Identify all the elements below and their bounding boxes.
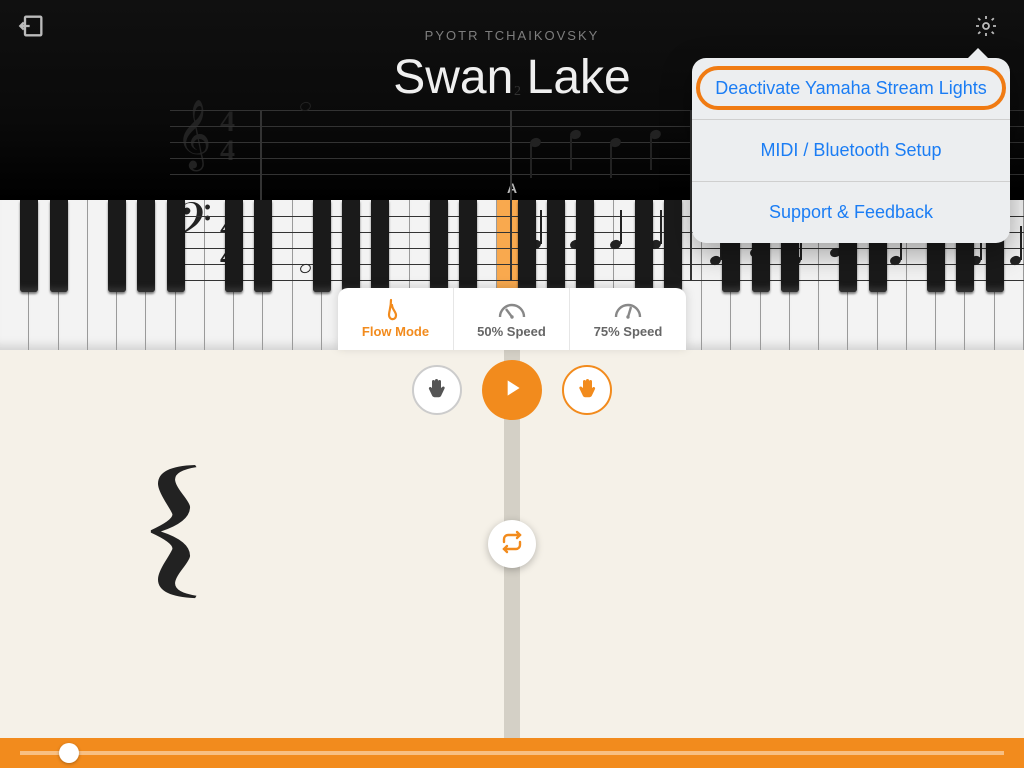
settings-popover: Deactivate Yamaha Stream Lights MIDI / B…	[692, 58, 1010, 243]
bar-number: 2	[514, 84, 521, 100]
play-icon	[499, 375, 525, 406]
tab-label: 75% Speed	[594, 324, 663, 339]
tsig-top: 4	[220, 108, 235, 137]
gauge-icon	[613, 299, 643, 321]
hand-icon	[425, 376, 449, 405]
black-key[interactable]	[430, 200, 448, 292]
tab-speed-75[interactable]: 75% Speed	[570, 288, 686, 350]
black-key[interactable]	[20, 200, 38, 292]
black-key[interactable]	[254, 200, 272, 292]
black-key[interactable]	[371, 200, 389, 292]
composer-label: PYOTR TCHAIKOVSKY	[0, 28, 1024, 43]
repeat-icon	[500, 530, 524, 559]
black-key[interactable]	[108, 200, 126, 292]
mode-tabs: Flow Mode 50% Speed 75% Speed	[338, 288, 686, 350]
tab-flow-mode[interactable]: Flow Mode	[338, 288, 454, 350]
black-key[interactable]	[50, 200, 68, 292]
progress-thumb[interactable]	[59, 743, 79, 763]
gauge-icon	[497, 299, 527, 321]
black-key[interactable]	[518, 200, 536, 292]
menu-item-support-feedback[interactable]: Support & Feedback	[692, 182, 1010, 243]
tsig-bottom: 4	[220, 137, 235, 166]
black-key[interactable]	[576, 200, 594, 292]
menu-item-midi-bluetooth[interactable]: MIDI / Bluetooth Setup	[692, 120, 1010, 182]
black-key[interactable]	[664, 200, 682, 292]
progress-bar[interactable]	[0, 738, 1024, 768]
black-key[interactable]	[635, 200, 653, 292]
black-key[interactable]	[313, 200, 331, 292]
repeat-button[interactable]	[488, 520, 536, 568]
black-key[interactable]	[225, 200, 243, 292]
grand-staff-brace: 𝄔	[142, 452, 200, 627]
tab-speed-50[interactable]: 50% Speed	[454, 288, 570, 350]
progress-track[interactable]	[20, 751, 1004, 755]
flow-mode-icon	[386, 299, 406, 321]
black-key[interactable]	[167, 200, 185, 292]
black-key[interactable]	[137, 200, 155, 292]
black-key[interactable]	[547, 200, 565, 292]
black-key[interactable]	[342, 200, 360, 292]
hand-icon	[575, 376, 599, 405]
time-signature: 4 4	[220, 108, 235, 165]
tab-label: Flow Mode	[362, 324, 429, 339]
menu-item-deactivate-stream-lights[interactable]: Deactivate Yamaha Stream Lights	[692, 58, 1010, 120]
treble-clef-icon: 𝄞	[176, 104, 211, 164]
tab-label: 50% Speed	[477, 324, 546, 339]
right-hand-button[interactable]	[562, 365, 612, 415]
play-button[interactable]	[482, 360, 542, 420]
black-key[interactable]	[459, 200, 477, 292]
left-hand-button[interactable]	[412, 365, 462, 415]
playback-controls	[412, 360, 612, 420]
